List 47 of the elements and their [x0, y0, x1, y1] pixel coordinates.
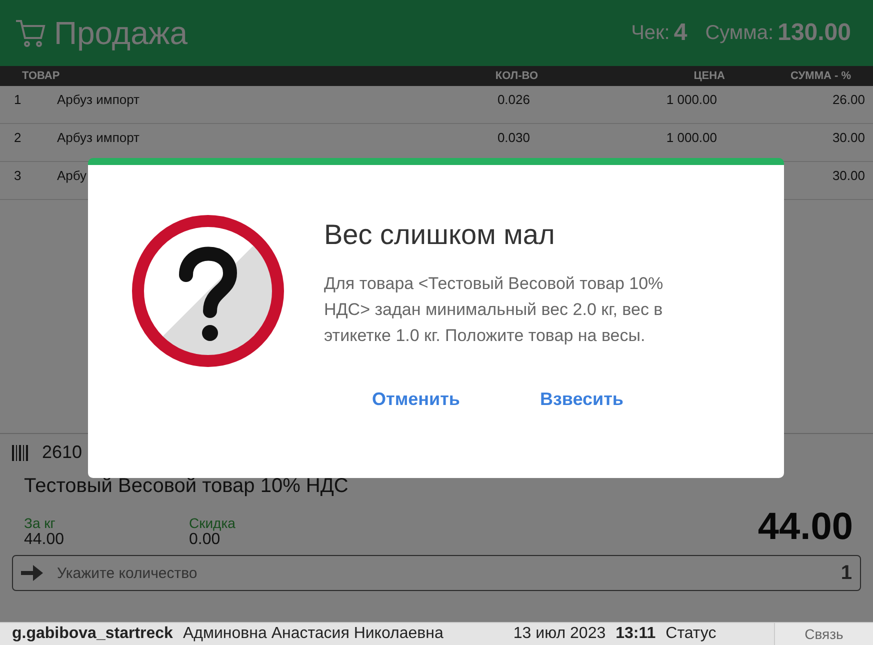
table-row[interactable]: 1 Арбуз импорт 0.026 1 000.00 26.00: [0, 86, 873, 124]
table-cell-text: 1 000.00: [665, 130, 717, 145]
status-text: Статус: [666, 625, 716, 643]
dialog-button[interactable]: Отменить: [372, 383, 460, 416]
dialog-message: Для товара <Тестовый Весовой товар 10% НДС> задан минимальный вес 2.0 кг, вес в этикетке 1.0 кг. Положите товар на весы.: [324, 273, 664, 347]
sum-label: Сумма:: [705, 22, 774, 44]
page-title: Продажа: [54, 14, 189, 52]
receipt-label: Чек:: [631, 22, 670, 44]
discount-value: 0.00: [189, 531, 222, 549]
user-login: g.gabibova_startreck: [12, 625, 173, 643]
question-icon: [130, 213, 286, 369]
discount-label: Скидка: [189, 515, 236, 531]
table-cell-text: Арбуз импорт: [57, 92, 141, 107]
price-per-kg-label: За кг: [24, 515, 56, 531]
table-cell-text: 1 000.00: [665, 92, 717, 107]
barcode-icon: [12, 444, 30, 460]
dialog-title: Вес слишком мал: [324, 219, 556, 251]
barcode-text: 2610: [42, 442, 82, 463]
table-cell-text: 1: [14, 92, 22, 107]
dialog-button[interactable]: Взвесить: [540, 383, 624, 416]
user-name: Админовна Анастасия Николаевна: [182, 625, 444, 643]
table-cell-text: 2: [14, 130, 22, 145]
receipt-number: 4: [674, 19, 688, 47]
column-header: ЦЕНА: [692, 70, 725, 82]
sum-value: 130.00: [778, 19, 851, 47]
column-header: СУММА - %: [790, 70, 851, 82]
table-cell-text: 3: [14, 168, 22, 183]
table-cell-text: Арбу: [57, 168, 88, 183]
table-cell-text: 30.00: [831, 130, 865, 145]
table-cell-text: 26.00: [831, 92, 865, 107]
column-header: КОЛ-ВО: [494, 70, 538, 82]
date-text: 13 июл 2023: [513, 625, 606, 643]
price-per-kg-value: 44.00: [24, 531, 66, 549]
table-cell-text: 0.026: [496, 92, 530, 107]
table-cell-text: 30.00: [831, 168, 865, 183]
table-cell-text: 0.030: [496, 130, 530, 145]
time-text: 13:11: [616, 625, 656, 643]
product-name: Тестовый Весовой товар 10% НДС: [24, 475, 350, 498]
cart-icon: [14, 17, 46, 49]
arrow-right-icon: [21, 563, 43, 583]
quantity-input[interactable]: Укажите количество: [55, 564, 841, 582]
table-cell-text: Арбуз импорт: [57, 130, 141, 145]
item-total: 44.00: [758, 506, 853, 549]
column-header: ТОВАР: [22, 70, 61, 82]
quantity-field[interactable]: Укажите количество 1: [12, 555, 861, 591]
link-button[interactable]: Связь: [774, 623, 873, 645]
quantity-value: 1: [840, 562, 852, 584]
